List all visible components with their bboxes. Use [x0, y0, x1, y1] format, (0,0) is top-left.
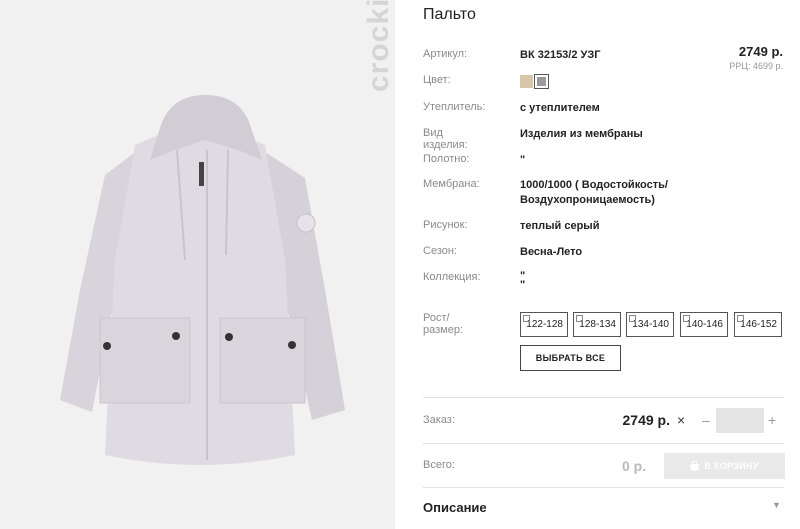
attr-label: Цвет:	[423, 74, 451, 86]
product-photo[interactable]: crockid	[0, 0, 395, 529]
size-option-134-140[interactable]: 134-140	[626, 312, 674, 337]
chevron-down-icon[interactable]: ▼	[772, 500, 781, 510]
order-label: Заказ:	[423, 414, 455, 426]
product-price: 2749 р.	[738, 44, 783, 59]
add-to-cart-button[interactable]: В КОРЗИНУ	[664, 453, 785, 479]
attr-label: Рисунок:	[423, 219, 468, 231]
cart-bag-icon	[690, 461, 699, 471]
total-sum: 0 р.	[622, 458, 647, 474]
size-option-122-128[interactable]: 122-128	[520, 312, 568, 337]
increase-quantity-button[interactable]: +	[768, 412, 776, 428]
coat-image	[60, 95, 345, 465]
size-option-146-152[interactable]: 146-152	[734, 312, 782, 337]
size-label: 122-128	[526, 319, 563, 330]
attr-value-line2: Воздухопроницаемость)	[520, 194, 655, 206]
size-checkbox-icon	[523, 315, 530, 322]
attr-value: ВК 32153/2 УЗГ	[520, 49, 601, 61]
size-checkbox-icon	[737, 315, 744, 322]
attr-value: Изделия из мембраны	[520, 128, 643, 140]
size-label: 140-146	[686, 319, 723, 330]
attr-label: Коллекция:	[423, 271, 481, 283]
size-label: 146-152	[740, 319, 777, 330]
attr-value: Весна-Лето	[520, 246, 583, 258]
attr-label: Сезон:	[423, 245, 457, 257]
add-to-cart-label: В КОРЗИНУ	[704, 461, 759, 471]
attr-value: с утеплителем	[520, 102, 600, 114]
size-label: 134-140	[632, 319, 669, 330]
attr-value: "	[520, 154, 526, 166]
attr-value-line2: "	[520, 279, 526, 291]
size-checkbox-icon	[629, 315, 636, 322]
select-all-button[interactable]: ВЫБРАТЬ ВСЕ	[520, 345, 621, 371]
size-option-140-146[interactable]: 140-146	[680, 312, 728, 337]
attr-value: 1000/1000 ( Водостойкость/	[520, 179, 668, 191]
attr-value: теплый серый	[520, 220, 600, 232]
total-label: Всего:	[423, 459, 455, 471]
recommended-price: РРЦ: 4699 р.	[729, 61, 783, 71]
decrease-quantity-button[interactable]: –	[702, 412, 710, 428]
product-title: Пальто	[423, 6, 476, 23]
remove-icon[interactable]: ×	[677, 412, 685, 428]
attr-label: Вид изделия:	[423, 127, 468, 151]
size-label: 128-134	[579, 319, 616, 330]
divider	[423, 397, 784, 398]
quantity-input[interactable]	[716, 408, 764, 433]
order-total: 2749 р.	[622, 412, 670, 428]
attr-label: Полотно:	[423, 153, 470, 165]
attr-label: Артикул:	[423, 48, 468, 60]
divider	[423, 443, 784, 444]
attr-label: Рост/размер:	[423, 312, 464, 336]
attr-label: Мембрана:	[423, 178, 480, 190]
divider	[423, 487, 784, 488]
size-checkbox-icon	[683, 315, 690, 322]
size-option-128-134[interactable]: 128-134	[573, 312, 621, 337]
color-swatch-grey[interactable]	[534, 74, 549, 89]
size-checkbox-icon	[576, 315, 583, 322]
attr-label: Утеплитель:	[423, 101, 486, 113]
color-swatch-beige[interactable]	[520, 75, 533, 88]
description-toggle[interactable]: Описание	[423, 500, 487, 515]
